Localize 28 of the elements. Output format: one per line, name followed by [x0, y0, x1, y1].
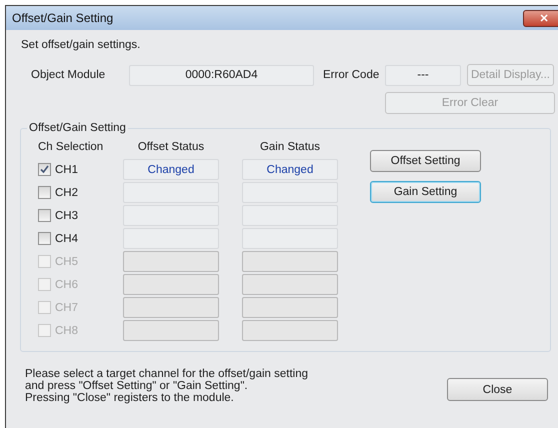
help-text: Please select a target channel for the offset/gain setting and press "Offset Setting" or "Gain Setting". Pressing "Close" registers to the module.: [25, 368, 308, 404]
channel-label: CH2: [55, 186, 78, 198]
offset-status-field: Changed: [123, 159, 219, 180]
instruction-text: Set offset/gain settings.: [21, 39, 142, 51]
group-title: Offset/Gain Setting: [28, 122, 127, 134]
channel-checkbox[interactable]: [38, 232, 51, 245]
channel-label: CH1: [55, 164, 78, 176]
column-header: Gain Status: [260, 140, 320, 152]
column-header: Ch Selection: [38, 140, 104, 152]
channel-checkbox[interactable]: [38, 163, 51, 176]
channel-label: CH3: [55, 210, 78, 222]
close-button[interactable]: Close: [447, 378, 548, 401]
setting-button[interactable]: Offset Setting: [370, 150, 481, 172]
field-label: Error Code: [323, 69, 380, 81]
channel-label: CH8: [55, 324, 78, 336]
channel-label: CH6: [55, 278, 78, 290]
channel-checkbox[interactable]: [38, 186, 51, 199]
column-header: Offset Status: [138, 140, 204, 152]
channel-label: CH5: [55, 256, 78, 268]
field-label: Object Module: [31, 69, 106, 81]
error-code-field: ---: [385, 64, 461, 86]
channel-label: CH4: [55, 232, 78, 244]
window-title: Offset/Gain Setting: [12, 11, 114, 25]
gain-status-field: Changed: [242, 159, 338, 180]
channel-checkbox[interactable]: [38, 209, 51, 222]
setting-button[interactable]: Gain Setting: [370, 181, 481, 203]
object-module-field: 0000:R60AD4: [129, 64, 314, 86]
channel-label: CH7: [55, 302, 78, 314]
